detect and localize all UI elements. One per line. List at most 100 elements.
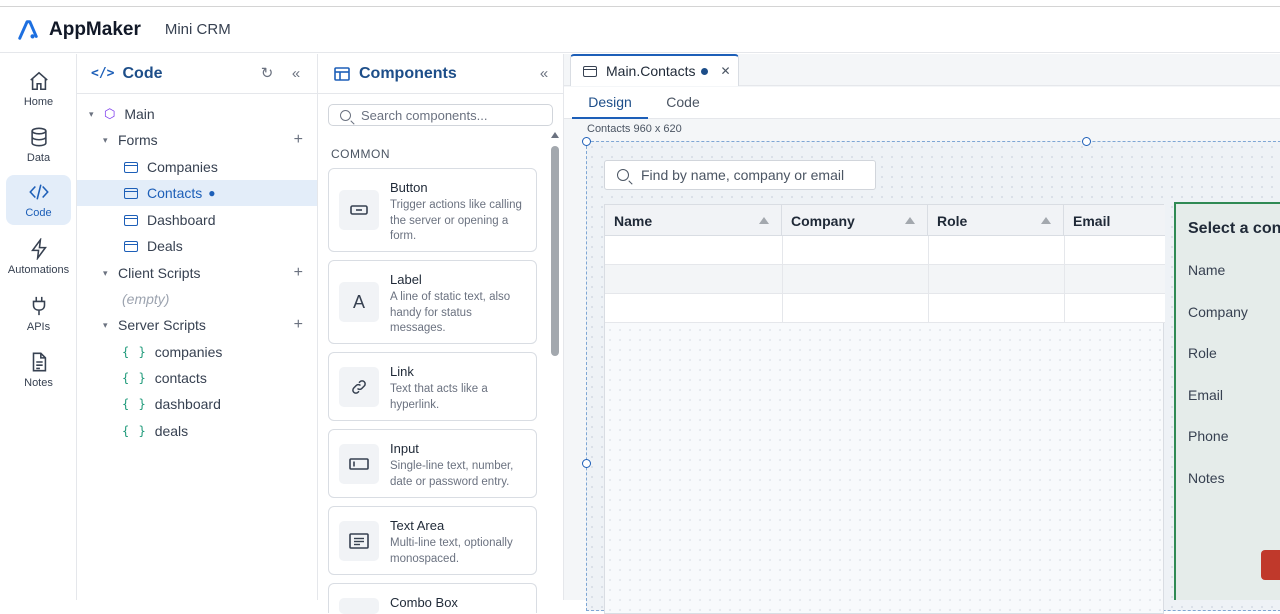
component-card-textarea[interactable]: Text Area Multi-line text, optionally mo…	[328, 506, 537, 575]
caret-down-icon: ▾	[89, 108, 94, 119]
tab-design[interactable]: Design	[572, 87, 648, 119]
resize-handle-left[interactable]	[582, 459, 591, 468]
button-icon	[339, 190, 379, 230]
tree-script-label: deals	[154, 423, 189, 439]
component-card-button[interactable]: Button Trigger actions like calling the …	[328, 168, 537, 252]
braces-icon: { }	[122, 345, 147, 359]
refresh-icon[interactable]: ↻	[258, 65, 276, 83]
tree-client-scripts-label: Client Scripts	[118, 265, 201, 281]
form-dimensions-label: Contacts 960 x 620	[587, 123, 682, 135]
column-header-email[interactable]: Email	[1064, 205, 1165, 236]
cell-divider	[782, 294, 783, 323]
cell-divider	[928, 294, 929, 323]
tab-label: Main.Contacts	[606, 63, 696, 79]
tree-form-label: Companies	[147, 159, 218, 175]
collapse-panel-icon[interactable]: «	[287, 65, 305, 83]
table-row[interactable]	[605, 265, 1165, 294]
close-tab-icon[interactable]: ✕	[720, 64, 730, 78]
editor-tabbar: Main.Contacts ✕	[564, 54, 1280, 86]
rail-code-label: Code	[25, 207, 52, 219]
resize-handle-top-left[interactable]	[582, 137, 591, 146]
components-search-input[interactable]	[361, 107, 541, 123]
component-card-link[interactable]: Link Text that acts like a hyperlink.	[328, 352, 537, 421]
contacts-search-box[interactable]	[604, 160, 876, 190]
tree-form-dashboard[interactable]: Dashboard	[77, 207, 317, 233]
tab-main-contacts[interactable]: Main.Contacts ✕	[570, 54, 739, 86]
tree-form-label: Contacts	[147, 185, 203, 201]
contacts-grid[interactable]: Name Company Role Email	[604, 204, 1165, 614]
cell-divider	[782, 236, 783, 265]
form-icon	[124, 240, 138, 252]
caret-down-icon: ▾	[103, 134, 108, 145]
unsaved-dot-icon	[701, 67, 709, 75]
rail-data[interactable]: Data	[6, 120, 71, 170]
tree-form-companies[interactable]: Companies	[77, 154, 317, 180]
column-header-label: Name	[614, 212, 653, 229]
cell-divider	[782, 265, 783, 294]
code-panel-header: </> Code ↻ «	[77, 54, 317, 94]
column-header-name[interactable]: Name	[605, 205, 782, 236]
tree-server-scripts[interactable]: ▾ Server Scripts +	[77, 312, 317, 338]
tree-script-dashboard[interactable]: { } dashboard	[77, 391, 317, 417]
cell-divider	[1064, 265, 1065, 294]
rail-home[interactable]: Home	[6, 64, 71, 114]
app-header: AppMaker Mini CRM	[0, 7, 1280, 53]
tree-main[interactable]: ▾ ⬡ Main	[77, 101, 317, 127]
tree-script-contacts[interactable]: { } contacts	[77, 365, 317, 391]
contacts-search-input[interactable]	[641, 167, 871, 183]
add-client-script-icon[interactable]: +	[294, 264, 303, 282]
component-card-input[interactable]: Input Single-line text, number, date or …	[328, 429, 537, 498]
tree-client-scripts[interactable]: ▾ Client Scripts +	[77, 260, 317, 286]
components-panel: Components « COMMON Button Trigger actio…	[318, 54, 564, 614]
add-form-icon[interactable]: +	[294, 131, 303, 149]
window-top-edge	[0, 0, 1280, 7]
tree-form-deals[interactable]: Deals	[77, 233, 317, 259]
resize-handle-top[interactable]	[1082, 137, 1091, 146]
cell-divider	[928, 265, 929, 294]
components-search[interactable]	[328, 104, 553, 126]
contact-detail-panel[interactable]: Select a contact Name Company Role Email…	[1174, 202, 1280, 600]
rail-automations-label: Automations	[7, 264, 70, 276]
tree-form-contacts[interactable]: Contacts ●	[77, 180, 317, 206]
component-card-label[interactable]: A Label A line of static text, also hand…	[328, 260, 537, 344]
delete-button[interactable]	[1261, 550, 1280, 580]
table-row[interactable]	[605, 236, 1165, 265]
detail-field-label: Email	[1188, 387, 1224, 403]
tree-main-label: Main	[124, 106, 155, 122]
add-server-script-icon[interactable]: +	[294, 316, 303, 334]
component-card-combobox[interactable]: Combo Box	[328, 583, 537, 614]
tab-code[interactable]: Code	[656, 87, 710, 119]
code-icon: </>	[91, 66, 115, 81]
component-name: Link	[390, 364, 414, 379]
scroll-up-arrow-icon[interactable]	[551, 132, 559, 138]
detail-field-label: Notes	[1188, 470, 1225, 486]
rail-automations[interactable]: Automations	[6, 232, 71, 282]
tree-forms[interactable]: ▾ Forms +	[77, 127, 317, 153]
caret-down-icon: ▾	[103, 267, 108, 278]
collapse-panel-icon[interactable]: «	[535, 65, 553, 83]
sort-icon[interactable]	[905, 217, 915, 224]
rail-apis[interactable]: APIs	[6, 289, 71, 339]
home-icon	[29, 71, 48, 91]
rail-code[interactable]: Code	[6, 175, 71, 225]
editor-subtabs: Design Code	[564, 87, 1280, 119]
component-name: Input	[390, 441, 419, 456]
tree-script-deals[interactable]: { } deals	[77, 418, 317, 444]
table-row[interactable]	[605, 294, 1165, 323]
caret-down-icon: ▾	[103, 319, 108, 330]
document-icon	[32, 352, 46, 372]
column-header-label: Company	[791, 212, 855, 229]
column-header-label: Role	[937, 212, 968, 229]
column-header-role[interactable]: Role	[928, 205, 1064, 236]
tree-script-companies[interactable]: { } companies	[77, 339, 317, 365]
appmaker-logo[interactable]: AppMaker	[17, 19, 141, 41]
rail-notes[interactable]: Notes	[6, 345, 71, 395]
sort-icon[interactable]	[1041, 217, 1051, 224]
column-header-company[interactable]: Company	[782, 205, 928, 236]
tree-client-scripts-empty: (empty)	[77, 286, 317, 312]
components-scrollbar[interactable]	[551, 132, 559, 600]
sort-icon[interactable]	[759, 217, 769, 224]
tree-form-label: Dashboard	[147, 212, 216, 228]
rail-notes-label: Notes	[24, 377, 53, 389]
scrollbar-thumb[interactable]	[551, 146, 559, 356]
